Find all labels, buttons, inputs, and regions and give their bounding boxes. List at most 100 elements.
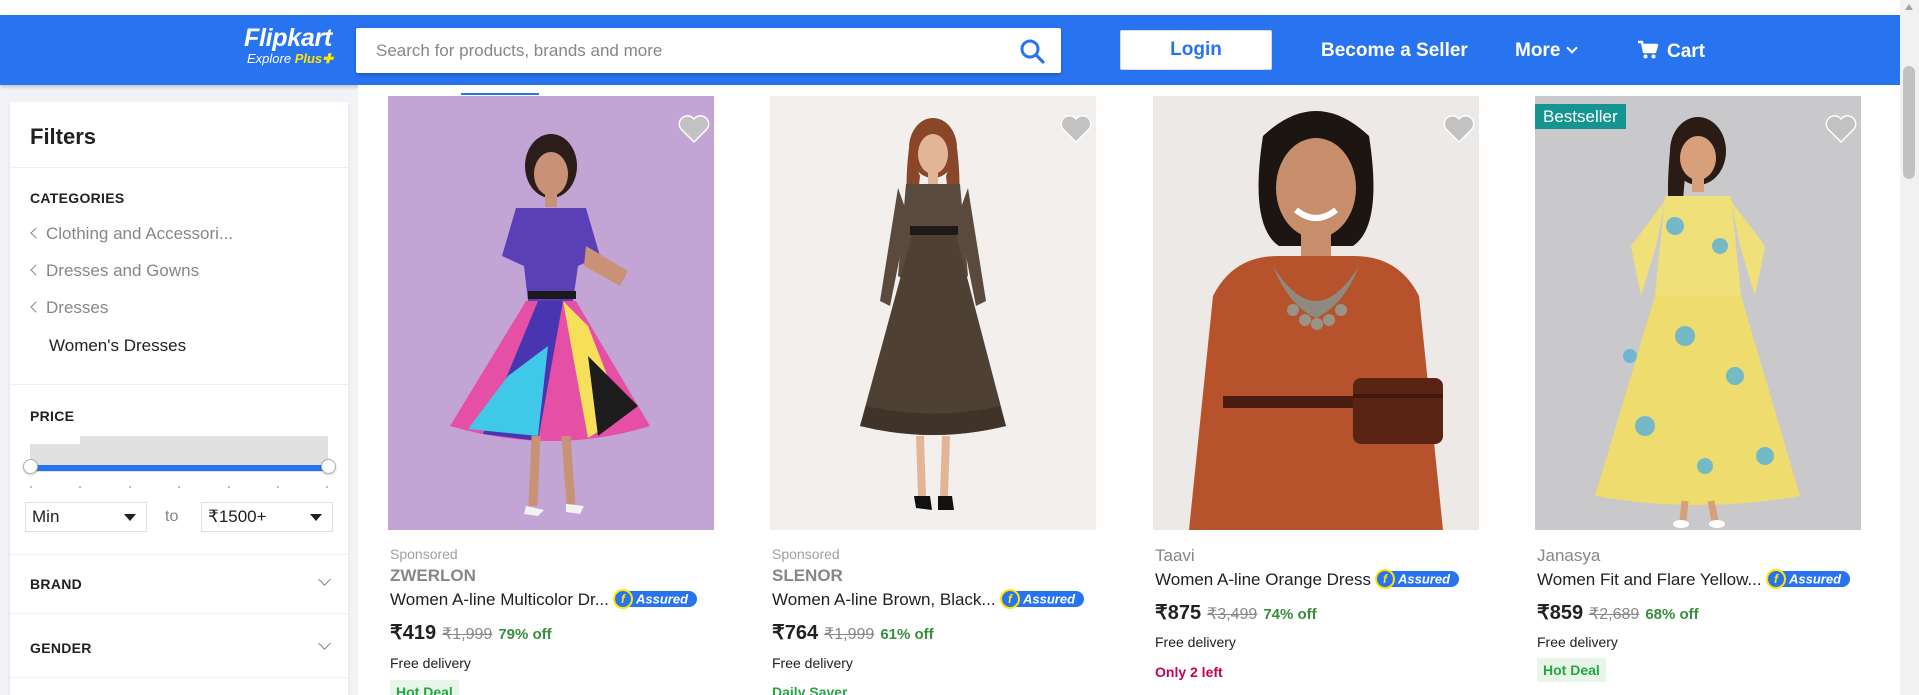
price-row: ₹764 ₹1,999 61% off (772, 620, 934, 645)
filters-sidebar: Filters CATEGORIES Clothing and Accessor… (10, 102, 348, 695)
price-min-select[interactable]: Min (25, 502, 147, 532)
product-title-row[interactable]: Women Fit and Flare Yellow... f Assured (1537, 568, 1850, 591)
cart-icon (1638, 40, 1659, 59)
product-card[interactable]: Taavi Women A-line Orange Dress f Assured … (1123, 96, 1479, 695)
heart-icon[interactable] (678, 114, 710, 144)
caret-down-icon (124, 514, 136, 521)
divider (10, 613, 348, 614)
category-link-dresses-gowns[interactable]: Dresses and Gowns (30, 261, 199, 281)
product-card[interactable]: Sponsored SLENOR Women A-line Brown, Bla… (740, 96, 1096, 695)
heart-icon[interactable] (1825, 114, 1857, 144)
mrp-price: ₹1,999 (824, 626, 875, 643)
price-slider-min-handle[interactable] (23, 459, 38, 474)
price-to-label: to (165, 508, 179, 525)
price-row: ₹419 ₹1,999 79% off (390, 620, 552, 645)
sponsored-label: Sponsored (772, 546, 840, 562)
cart-link[interactable]: Cart (1637, 40, 1705, 63)
more-menu[interactable]: More (1515, 40, 1579, 62)
category-label: Dresses (46, 298, 109, 317)
scroll-up-arrow-icon[interactable] (1905, 4, 1913, 10)
assured-badge-icon: f Assured (1765, 568, 1850, 589)
brand-filter-heading[interactable]: BRAND (30, 576, 82, 592)
product-card[interactable]: Sponsored ZWERLON Women A-line Multicolo… (358, 96, 714, 695)
product-image[interactable] (1153, 96, 1479, 530)
discount-label: 61% off (880, 626, 934, 643)
category-link-clothing[interactable]: Clothing and Accessori... (30, 224, 233, 244)
filters-title: Filters (30, 124, 97, 149)
divider (10, 554, 348, 555)
categories-heading: CATEGORIES (30, 190, 125, 206)
assured-badge-icon: f Assured (999, 588, 1084, 609)
chevron-down-icon[interactable] (318, 637, 331, 650)
chevron-left-icon (30, 227, 42, 239)
mrp-price: ₹2,689 (1589, 606, 1640, 623)
product-image[interactable] (388, 96, 714, 530)
product-image[interactable] (770, 96, 1096, 530)
search-icon[interactable] (1019, 38, 1045, 64)
delivery-info: Free delivery (1537, 634, 1618, 650)
sort-tab-active-indicator (461, 93, 539, 95)
product-title-row[interactable]: Women A-line Multicolor Dr... f Assured (390, 588, 697, 611)
price-slider-max-handle[interactable] (321, 459, 336, 474)
heart-icon[interactable] (1443, 114, 1475, 144)
price-max-select[interactable]: ₹1500+ (201, 502, 333, 532)
price-heading: PRICE (30, 408, 75, 424)
scrollbar-thumb[interactable] (1903, 66, 1915, 179)
search-bar (356, 28, 1061, 73)
divider (10, 677, 348, 678)
bestseller-badge: Bestseller (1535, 104, 1626, 129)
cart-label: Cart (1667, 41, 1706, 62)
search-input[interactable] (356, 28, 996, 73)
product-title: Women A-line Multicolor Dr... (390, 590, 609, 609)
gender-filter-heading[interactable]: GENDER (30, 640, 92, 656)
category-label: Dresses and Gowns (46, 261, 200, 280)
selling-price: ₹875 (1155, 602, 1202, 624)
assured-badge-icon: f Assured (612, 588, 697, 609)
product-title-row[interactable]: Women A-line Orange Dress f Assured (1155, 568, 1460, 591)
divider (10, 384, 348, 385)
become-seller-link[interactable]: Become a Seller (1321, 40, 1468, 62)
category-link-dresses[interactable]: Dresses (30, 298, 108, 318)
chevron-left-icon (30, 301, 42, 313)
flipkart-logo[interactable]: Flipkart Explore Plus✚ (244, 25, 344, 66)
discount-label: 68% off (1645, 606, 1699, 623)
logo-subtext: Explore Plus✚ (247, 51, 334, 66)
selling-price: ₹859 (1537, 602, 1584, 624)
delivery-info: Free delivery (1155, 634, 1236, 650)
sponsored-label: Sponsored (390, 546, 458, 562)
price-slider-track[interactable] (30, 465, 328, 471)
stock-warning: Only 2 left (1155, 664, 1223, 680)
plus-icon: ✚ (322, 51, 334, 66)
login-button[interactable]: Login (1120, 30, 1272, 70)
mrp-price: ₹3,499 (1207, 606, 1258, 623)
deal-badge: Hot Deal (1537, 658, 1606, 682)
svg-text:Assured: Assured (635, 591, 689, 606)
product-brand: Taavi (1155, 546, 1195, 565)
price-row: ₹859 ₹2,689 68% off (1537, 600, 1699, 625)
selling-price: ₹764 (772, 622, 819, 644)
product-card[interactable]: Bestseller Janasya Women Fit and Flare Y… (1505, 96, 1861, 695)
browser-top-strip (0, 0, 1900, 15)
price-slider-ticks (30, 486, 328, 488)
chevron-left-icon (30, 264, 42, 276)
category-label: Clothing and Accessori... (46, 224, 234, 243)
svg-text:Assured: Assured (1022, 591, 1076, 606)
price-row: ₹875 ₹3,499 74% off (1155, 600, 1317, 625)
svg-text:Assured: Assured (1397, 571, 1451, 586)
selling-price: ₹419 (390, 622, 437, 644)
deal-badge: Daily Saver (772, 684, 848, 695)
chevron-down-icon[interactable] (318, 573, 331, 586)
deal-badge: Hot Deal (390, 680, 459, 695)
assured-badge-icon: f Assured (1375, 568, 1460, 589)
heart-icon[interactable] (1060, 114, 1092, 144)
page-scrollbar[interactable] (1900, 0, 1919, 695)
product-title: Women Fit and Flare Yellow... (1537, 570, 1762, 589)
caret-down-icon (310, 514, 322, 521)
product-title: Women A-line Orange Dress (1155, 570, 1372, 589)
discount-label: 74% off (1263, 606, 1317, 623)
product-image[interactable]: Bestseller (1535, 96, 1861, 530)
delivery-info: Free delivery (772, 655, 853, 671)
product-brand: Janasya (1537, 546, 1601, 565)
svg-text:Assured: Assured (1788, 571, 1842, 586)
product-title-row[interactable]: Women A-line Brown, Black... f Assured (772, 588, 1084, 611)
